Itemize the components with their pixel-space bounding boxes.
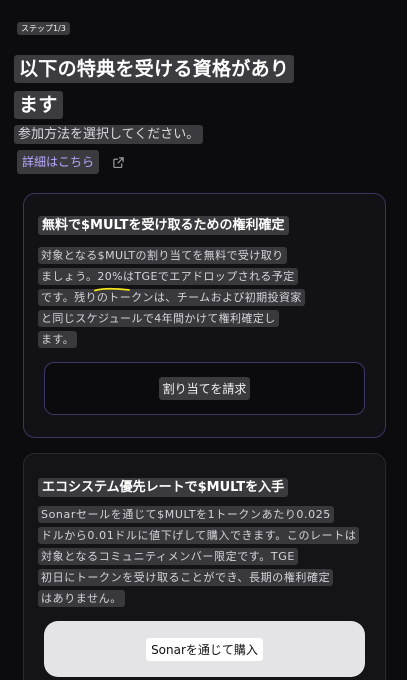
buy-via-sonar-label: Sonarを通じて購入 [146, 637, 263, 661]
step-label: ステップ1/3 [17, 22, 70, 35]
free-vesting-line-3: です。残りのトークンは、チームおよび初期投資家 [38, 289, 305, 306]
priority-rate-line-2: ドルから0.01ドルに値下げして購入できます。このレートは [38, 527, 360, 544]
free-vesting-title: 無料で$MULTを受け取るための権利確定 [38, 214, 289, 238]
details-link[interactable]: 詳細はこちら [17, 150, 125, 174]
title-line-1: 以下の特典を受ける資格があり [14, 55, 295, 83]
priority-rate-line-5: はありません。 [38, 590, 125, 607]
airdrop-percent-text: 20% [97, 270, 123, 283]
priority-rate-title: エコシステム優先レートで$MULTを入手 [38, 476, 289, 500]
airdrop-percent: 20% [94, 266, 131, 292]
free-vesting-line-4: と同じスケジュールで4年間かけて権利確定し [38, 310, 279, 327]
free-vesting-card: 無料で$MULTを受け取るための権利確定 対象となる$MULTの割り当てを無料で… [23, 193, 386, 438]
page-subtitle: 参加方法を選択してください。 [14, 124, 204, 146]
title-line-2: ます [14, 91, 63, 119]
free-vesting-line-2-post: はTGEでエアドロップされる予定 [123, 270, 295, 283]
priority-rate-line-3: 対象となるコミュニティメンバー限定です。TGE [38, 548, 298, 565]
page-title: 以下の特典を受ける資格があり ます [14, 51, 374, 123]
subtitle-text: 参加方法を選択してください。 [14, 125, 204, 144]
priority-rate-title-text: エコシステム優先レートで$MULTを入手 [38, 478, 289, 497]
free-vesting-line-5: ます。 [38, 331, 78, 348]
external-link-icon [113, 156, 124, 168]
priority-rate-line-1: Sonarセールを通じて$MULTを1トークンあたり0.025 [38, 506, 334, 523]
free-vesting-description: 対象となる$MULTの割り当てを無料で受け取り ましょう。20% はTGEでエアド… [38, 245, 363, 350]
priority-rate-card: エコシステム優先レートで$MULTを入手 Sonarセールを通じて$MULTを1… [23, 453, 386, 680]
priority-rate-line-4: 初日にトークンを受け取ることができ、長期の権利確定 [38, 569, 334, 586]
underline-annotation [94, 287, 131, 292]
claim-allocation-label: 割り当てを請求 [158, 377, 251, 400]
page: ステップ1/3 以下の特典を受ける資格があり ます 参加方法を選択してください。… [0, 0, 407, 680]
free-vesting-title-text: 無料で$MULTを受け取るための権利確定 [38, 216, 289, 235]
free-vesting-line-2-pre: ましょう。 [41, 270, 98, 283]
claim-allocation-button[interactable]: 割り当てを請求 [44, 362, 365, 415]
free-vesting-line-2: ましょう。20% はTGEでエアドロップされる予定 [38, 266, 298, 292]
priority-rate-description: Sonarセールを通じて$MULTを1トークンあたり0.025 ドルから0.01… [38, 504, 363, 609]
details-link-label: 詳細はこちら [17, 150, 100, 174]
free-vesting-line-1: 対象となる$MULTの割り当てを無料で受け取り [38, 247, 287, 264]
step-indicator: ステップ1/3 [17, 22, 70, 36]
buy-via-sonar-button[interactable]: Sonarを通じて購入 [44, 621, 365, 677]
